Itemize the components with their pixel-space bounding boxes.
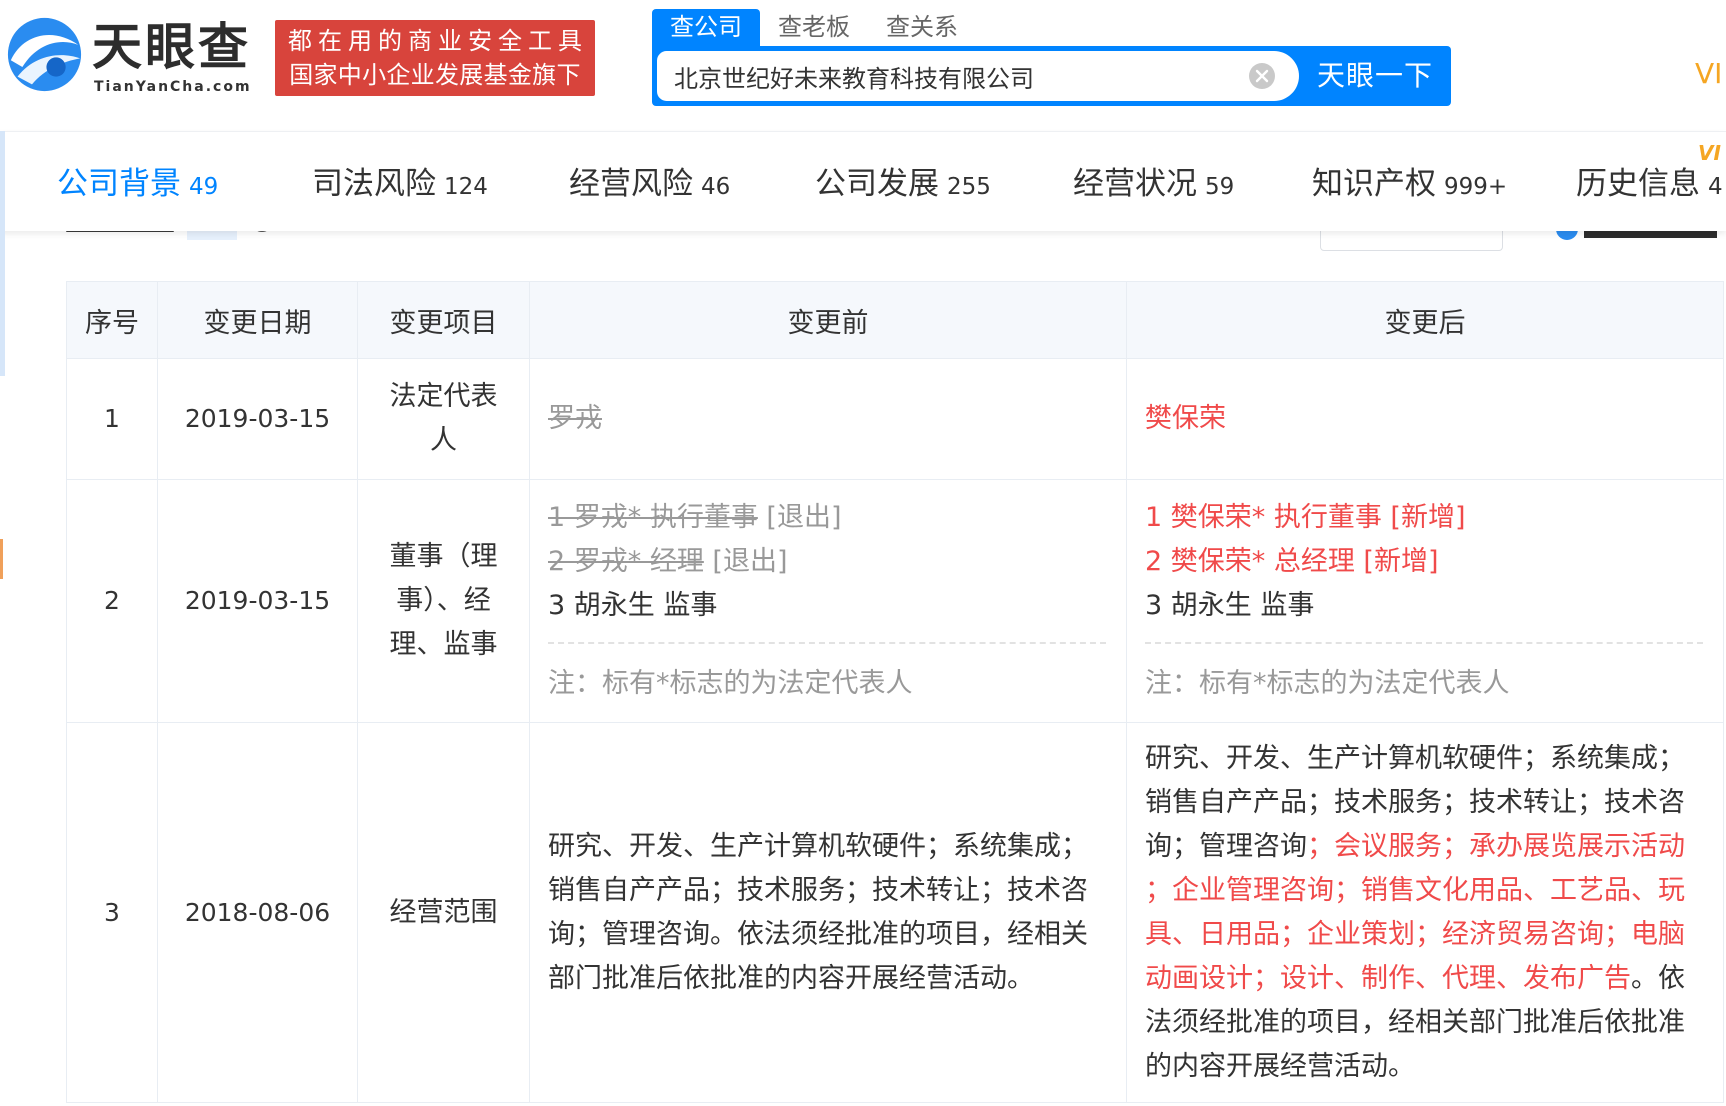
nav-tab-count: 46 [701, 174, 731, 200]
nav-tab-label: 公司背景 [57, 166, 181, 202]
value-line: 2 樊保荣* 总经理 [新增] [1145, 540, 1703, 584]
added-text: 樊保荣 [1145, 403, 1226, 434]
cell-after: 1 樊保荣* 执行董事 [新增] 2 樊保荣* 总经理 [新增] 3 胡永生 监… [1126, 479, 1724, 723]
cell-index: 1 [66, 358, 158, 480]
value-line: 3 胡永生 监事 [1145, 584, 1703, 628]
section-nav: 公司背景 49 司法风险 124 经营风险 46 公司发展 255 经营状况 5… [0, 131, 1726, 231]
table-header-row: 序号 变更日期 变更项目 变更前 变更后 [66, 281, 1724, 359]
added-text: 2 樊保荣* 总经理 [新增] [1145, 546, 1439, 577]
value-line: 1 樊保荣* 执行董事 [新增] [1145, 496, 1703, 540]
nav-tab-intellectual-property[interactable]: 知识产权 999+ [1312, 165, 1507, 203]
cell-after: 樊保荣 [1126, 358, 1724, 480]
table-row: 1 2019-03-15 法定代表人 罗戎 樊保荣 [66, 358, 1724, 480]
nav-tab-history[interactable]: 历史信息 4 [1576, 165, 1723, 203]
nav-tab-count: 999+ [1444, 174, 1508, 200]
column-header-before: 变更前 [529, 281, 1127, 359]
column-header-index: 序号 [66, 281, 158, 359]
nav-tab-company-development[interactable]: 公司发展 255 [815, 165, 991, 203]
table-row: 2 2019-03-15 董事（理事）、经理、监事 1 罗戎* 执行董事 [退出… [66, 479, 1724, 723]
search-mode-tabs: 查公司 查老板 查关系 [652, 9, 976, 46]
cell-before: 研究、开发、生产计算机软硬件；系统集成；销售自产产品；技术服务；技术转让；技术咨… [529, 722, 1127, 1103]
left-side-marker [0, 539, 3, 579]
unchanged-text: 3 胡永生 监事 [548, 590, 718, 621]
removed-text: 2 罗戎* 经理 [548, 546, 704, 577]
value-line: 3 胡永生 监事 [548, 584, 1106, 628]
cell-before: 罗戎 [529, 358, 1127, 480]
clear-icon[interactable] [1248, 62, 1276, 90]
tianyancha-logo-icon [7, 17, 82, 92]
cell-date: 2018-08-06 [157, 722, 358, 1103]
nav-tab-count: 49 [189, 174, 219, 200]
nav-tab-count: 255 [947, 174, 991, 200]
nav-tab-label: 经营风险 [569, 166, 693, 202]
nav-tab-label: 历史信息 [1576, 166, 1700, 202]
nav-tab-operating-risk[interactable]: 经营风险 46 [569, 165, 730, 203]
nav-tab-operating-status[interactable]: 经营状况 59 [1073, 165, 1234, 203]
vip-link[interactable]: VI [1695, 58, 1722, 90]
table-row: 3 2018-08-06 经营范围 研究、开发、生产计算机软硬件；系统集成；销售… [66, 722, 1724, 1103]
business-scope-text: 研究、开发、生产计算机软硬件；系统集成；销售自产产品；技术服务；技术转让；技术咨… [1145, 737, 1703, 1089]
site-logo[interactable]: 天眼查 TianYanCha.com [6, 14, 258, 98]
column-header-date: 变更日期 [157, 281, 358, 359]
value-line: 1 罗戎* 执行董事 [退出] [548, 496, 1106, 540]
logo-domain: TianYanCha.com [94, 79, 252, 95]
cell-item: 法定代表人 [357, 358, 530, 480]
removed-text: 1 罗戎* 执行董事 [548, 502, 758, 533]
cell-date: 2019-03-15 [157, 479, 358, 723]
search-tab-relation[interactable]: 查关系 [868, 9, 976, 46]
search-tab-company[interactable]: 查公司 [652, 9, 760, 46]
column-header-after: 变更后 [1126, 281, 1724, 359]
nav-tab-count: 59 [1205, 174, 1235, 200]
unchanged-text: 3 胡永生 监事 [1145, 590, 1315, 621]
value-line: 樊保荣 [1145, 397, 1703, 441]
search-input-wrap [657, 51, 1299, 101]
dashed-divider [548, 642, 1106, 644]
change-record-table: 序号 变更日期 变更项目 变更前 变更后 1 2019-03-15 法定代表人 … [66, 281, 1724, 1103]
cell-index: 2 [66, 479, 158, 723]
search-input[interactable] [674, 51, 1234, 101]
legal-rep-note: 注：标有*标志的为法定代表人 [548, 668, 913, 699]
cell-after: 研究、开发、生产计算机软硬件；系统集成；销售自产产品；技术服务；技术转让；技术咨… [1126, 722, 1724, 1103]
left-accent-bar [0, 131, 5, 376]
added-text: 1 樊保荣* 执行董事 [新增] [1145, 502, 1466, 533]
cell-item: 董事（理事）、经理、监事 [357, 479, 530, 723]
business-scope-text: 研究、开发、生产计算机软硬件；系统集成；销售自产产品；技术服务；技术转让；技术咨… [548, 825, 1106, 1001]
dashed-divider [1145, 642, 1703, 644]
nav-tab-label: 知识产权 [1312, 166, 1436, 202]
removed-text: 罗戎 [548, 403, 602, 434]
search-button[interactable]: 天眼一下 [1299, 46, 1451, 106]
vip-corner-badge[interactable]: VI [1698, 141, 1721, 165]
nav-tab-label: 公司发展 [815, 166, 939, 202]
logo-wordmark: 天眼查 [92, 18, 251, 76]
status-tag: [退出] [757, 502, 842, 533]
column-header-item: 变更项目 [357, 281, 530, 359]
status-tag: [退出] [703, 546, 788, 577]
value-line: 罗戎 [548, 397, 1106, 441]
unchanged-text: 研究、开发、生产计算机软硬件；系统集成；销售自产产品；技术服务；技术转让；技术咨… [548, 830, 1088, 994]
nav-tab-count: 124 [444, 174, 488, 200]
badge-line-2: 国家中小企业发展基金旗下 [289, 61, 581, 89]
cell-date: 2019-03-15 [157, 358, 358, 480]
nav-tab-legal-risk[interactable]: 司法风险 124 [312, 165, 488, 203]
nav-tab-label: 经营状况 [1073, 166, 1197, 202]
nav-tab-count: 4 [1708, 174, 1723, 200]
legal-rep-note: 注：标有*标志的为法定代表人 [1145, 668, 1510, 699]
cell-before: 1 罗戎* 执行董事 [退出] 2 罗戎* 经理 [退出] 3 胡永生 监事 注… [529, 479, 1127, 723]
top-header: 天眼查 TianYanCha.com 都在用的商业安全工具 国家中小企业发展基金… [0, 0, 1726, 130]
value-line: 2 罗戎* 经理 [退出] [548, 540, 1106, 584]
search-box: 天眼一下 [652, 46, 1451, 106]
promo-badge: 都在用的商业安全工具 国家中小企业发展基金旗下 [275, 20, 595, 96]
cell-item: 经营范围 [357, 722, 530, 1103]
nav-tab-label: 司法风险 [312, 166, 436, 202]
cell-index: 3 [66, 722, 158, 1103]
search-tab-boss[interactable]: 查老板 [760, 9, 868, 46]
badge-line-1: 都在用的商业安全工具 [288, 27, 588, 55]
nav-tab-company-background[interactable]: 公司背景 49 [57, 165, 218, 203]
